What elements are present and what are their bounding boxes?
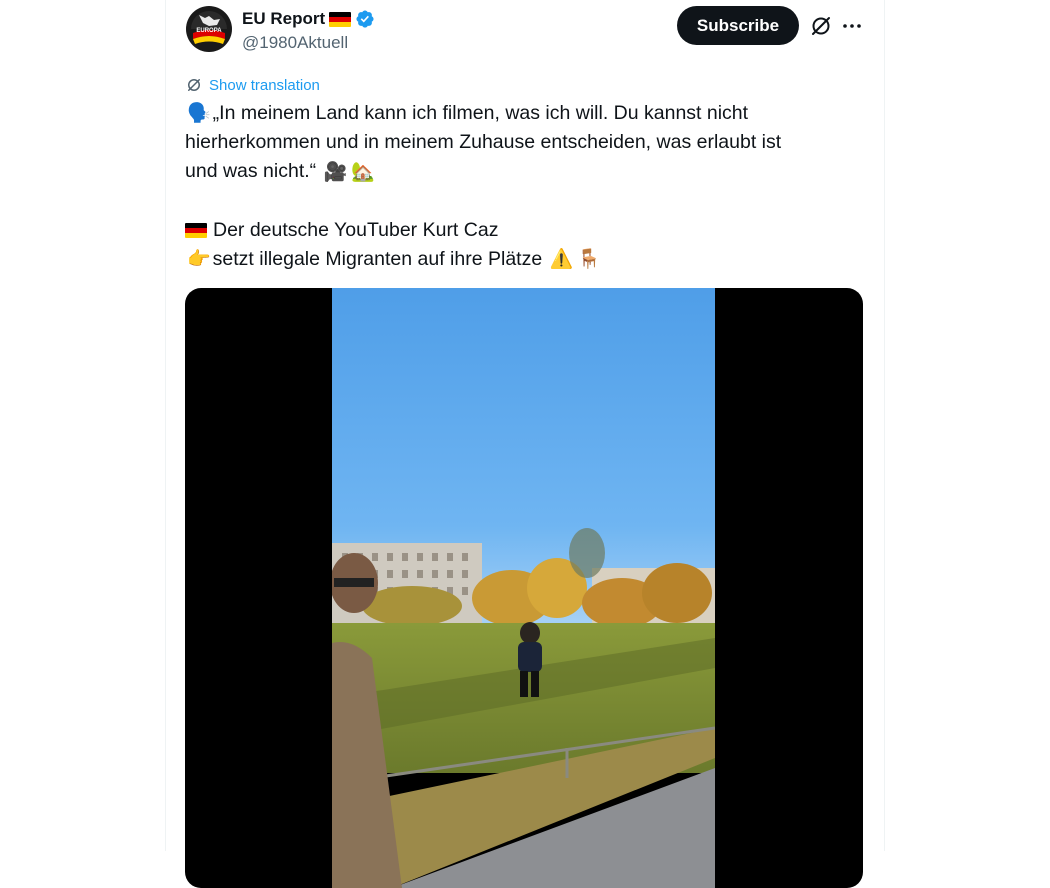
avatar-text: EUROPA	[196, 28, 222, 34]
pointing-hand-icon: 👉	[187, 249, 211, 271]
more-icon[interactable]	[840, 14, 864, 38]
author-handle[interactable]: @1980Aktuell	[242, 33, 375, 53]
video-player[interactable]	[185, 288, 863, 888]
show-translation-link[interactable]: Show translation	[185, 76, 320, 94]
tweet-text: 🗣️ „In meinem Land kann ich filmen, was i…	[185, 99, 865, 274]
speaking-head-icon: 🗣️	[187, 103, 211, 125]
warning-icon: ⚠️	[549, 249, 574, 271]
subscribe-button[interactable]: Subscribe	[677, 6, 799, 45]
show-translation-label[interactable]: Show translation	[209, 77, 320, 94]
germany-flag-icon	[185, 223, 207, 239]
chair-icon: 🪑	[577, 249, 601, 271]
video-frame[interactable]	[332, 288, 715, 888]
tweet-line-4: Der deutsche YouTuber Kurt Caz	[213, 218, 499, 241]
house-icon: 🏡	[351, 161, 375, 183]
verified-badge-icon	[356, 10, 374, 28]
germany-flag-icon	[329, 11, 352, 27]
author-name[interactable]: EU Report	[242, 9, 325, 29]
avatar-logo-icon: EUROPA	[186, 6, 232, 52]
tweet-line-5: setzt illegale Migranten auf ihre Plätze	[212, 247, 543, 270]
tweet-line-3: und was nicht.“	[185, 160, 317, 183]
author-block: EU Report @1980Aktuell	[242, 8, 375, 53]
tweet-line-2: hierherkommen und in meinem Zuhause ents…	[185, 131, 782, 154]
grok-icon[interactable]	[809, 14, 833, 38]
author-avatar[interactable]: EUROPA	[185, 5, 233, 53]
tweet-line-1: „In meinem Land kann ich filmen, was ich…	[212, 102, 749, 124]
translate-icon	[188, 79, 200, 91]
movie-camera-icon: 🎥	[323, 161, 348, 183]
